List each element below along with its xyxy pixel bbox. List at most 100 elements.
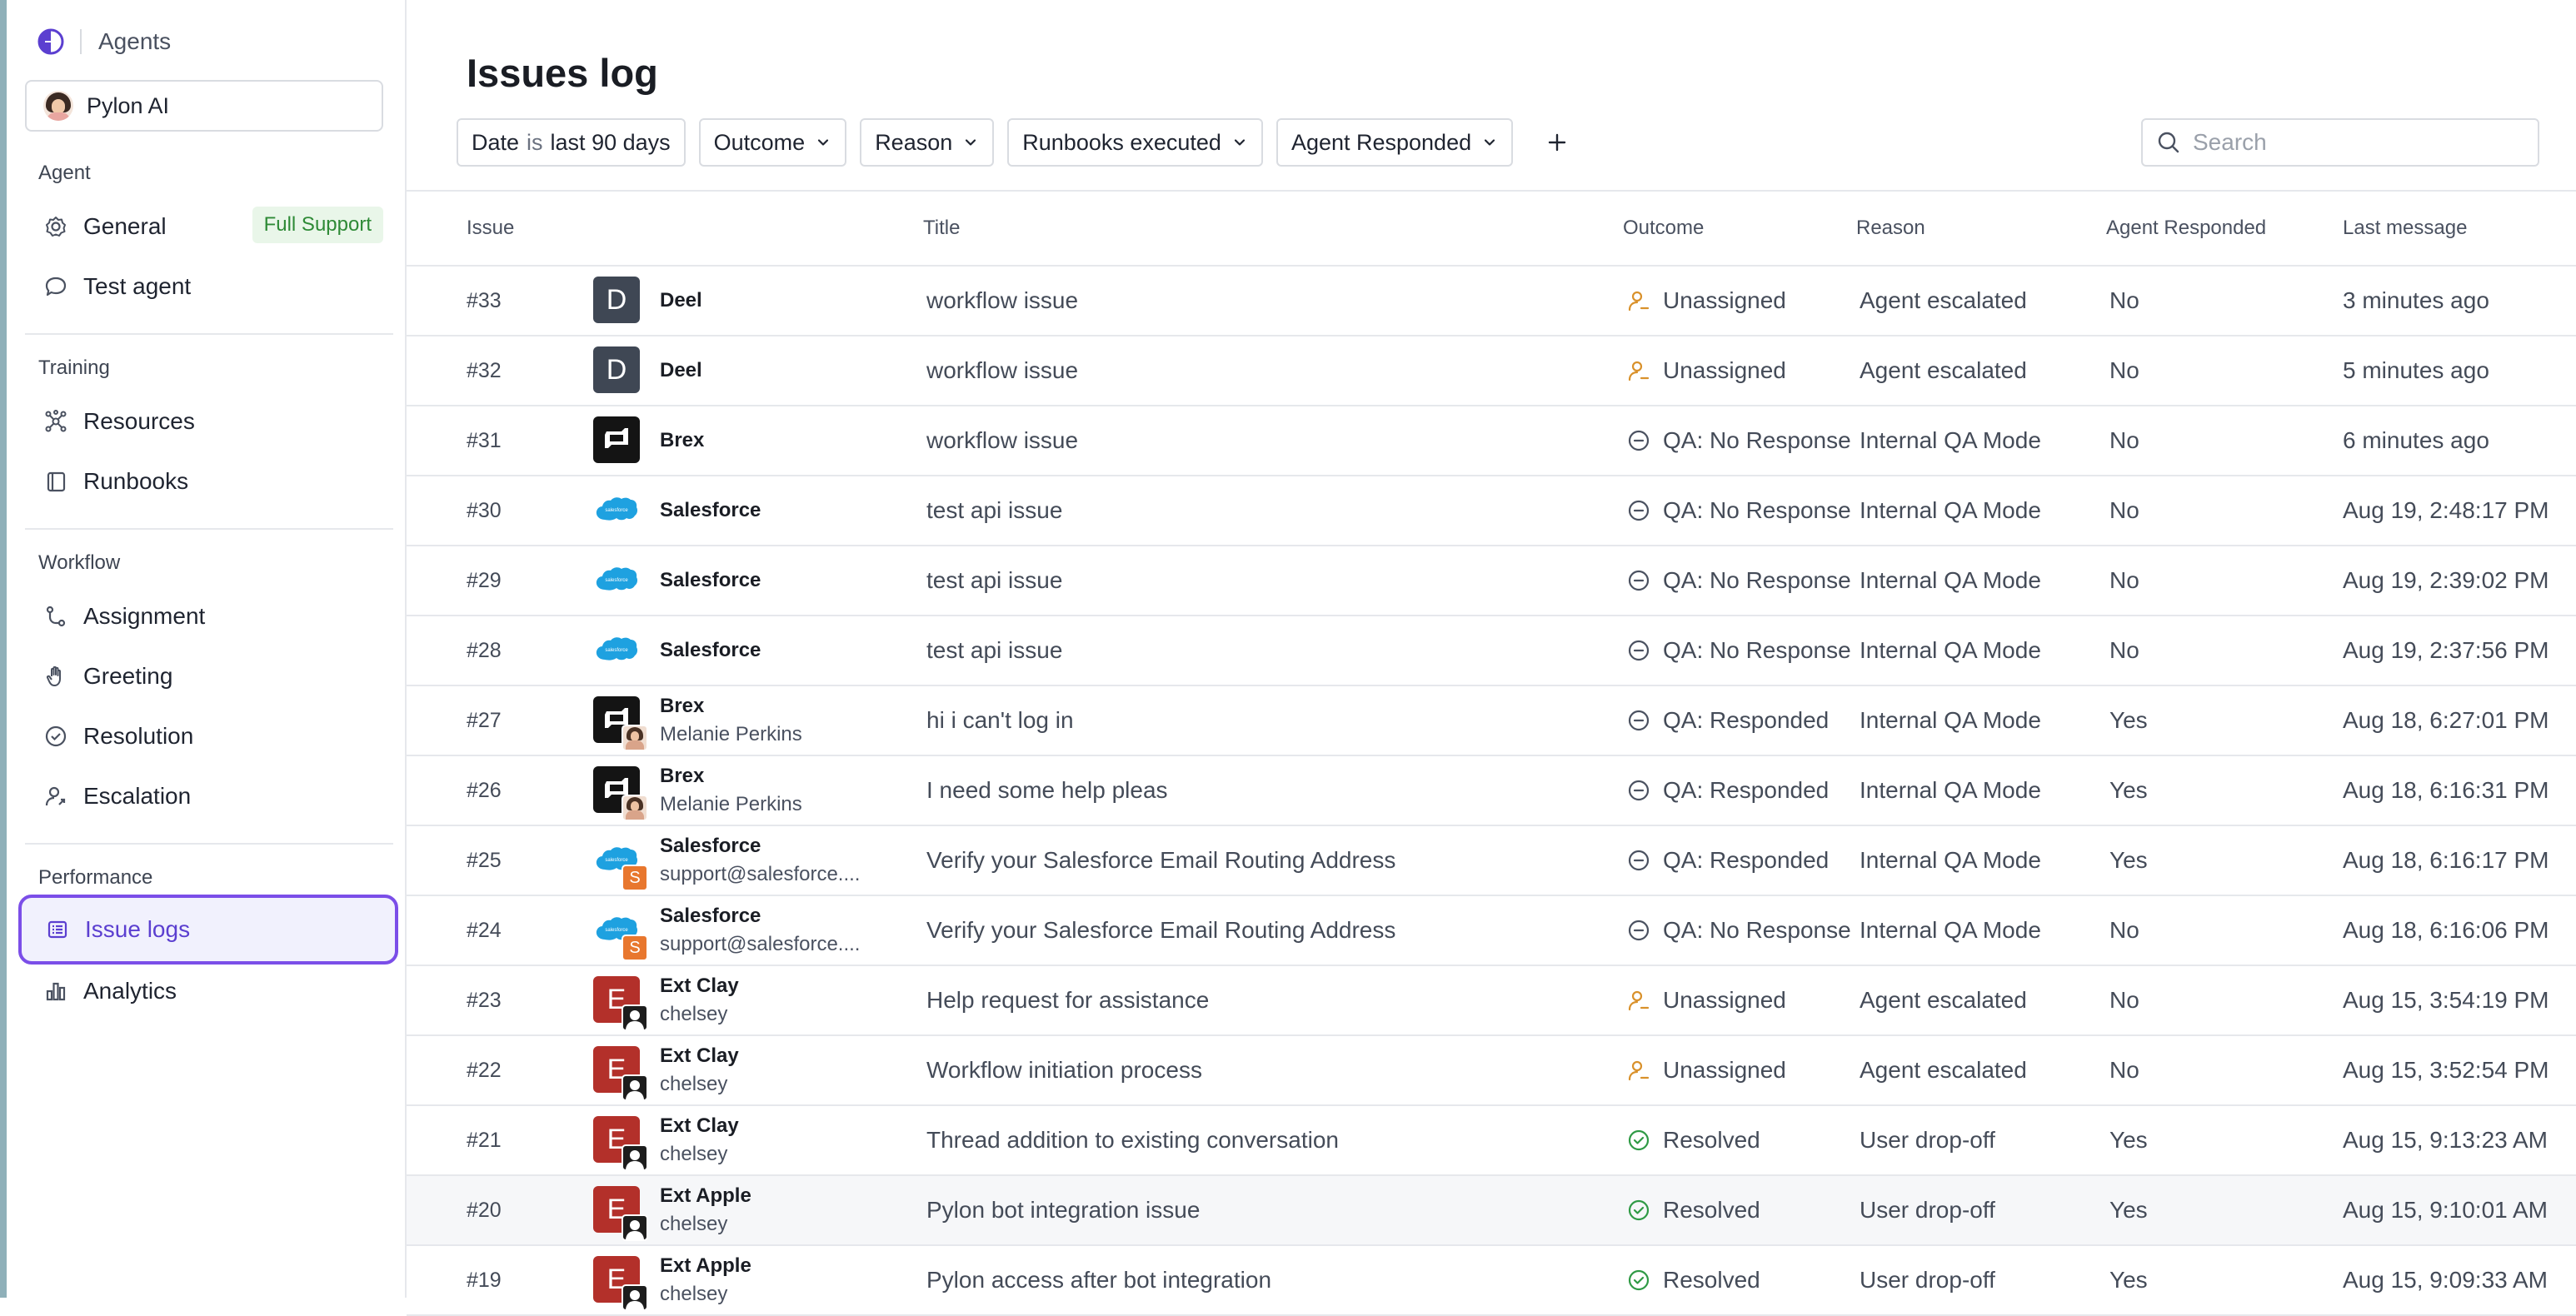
issue-title: workflow issue xyxy=(926,357,1079,383)
filter-runbooks-executed[interactable]: Runbooks executed xyxy=(1007,118,1263,167)
requester-name: chelsey xyxy=(660,1283,728,1305)
check-circle-icon xyxy=(1626,1128,1651,1153)
agent-responded: No xyxy=(2109,917,2139,943)
filter-reason[interactable]: Reason xyxy=(860,118,995,167)
filter-date[interactable]: Date is last 90 days xyxy=(457,118,686,167)
outcome-label: QA: Responded xyxy=(1663,707,1830,733)
outcome-label: Unassigned xyxy=(1663,987,1786,1013)
filter-agent-responded[interactable]: Agent Responded xyxy=(1276,118,1514,167)
sidebar-item-resolution[interactable]: Resolution xyxy=(25,711,383,761)
user-avatar xyxy=(622,1144,648,1171)
reason: Internal QA Mode xyxy=(1860,777,2041,803)
table-row[interactable]: #31 Brex workflow issue QA: No Response Inte… xyxy=(407,406,2576,476)
table-row[interactable]: #20 E Ext Apple chelsey Pylon bot integratio… xyxy=(407,1176,2576,1246)
table-row[interactable]: #26 Brex Melanie Perkins I need some help p… xyxy=(407,756,2576,826)
table-row[interactable]: #28 salesforce Salesforce test api issue QA:… xyxy=(407,616,2576,686)
sidebar-item-runbooks[interactable]: Runbooks xyxy=(25,456,383,506)
column-header-reason[interactable]: Reason xyxy=(1856,192,1925,265)
add-filter-button[interactable] xyxy=(1538,118,1576,167)
brex-logo-icon xyxy=(593,766,648,821)
column-header-issue[interactable]: Issue xyxy=(467,192,514,265)
org-logo-cell: D xyxy=(593,336,642,405)
search-box[interactable] xyxy=(2141,118,2539,167)
outcome: QA: No Response xyxy=(1626,546,1851,615)
page-title: Issues log xyxy=(467,51,658,95)
outcome-label: Resolved xyxy=(1663,1197,1760,1223)
org-logo-cell xyxy=(593,686,648,755)
table-row[interactable]: #30 salesforce Salesforce test api issue QA:… xyxy=(407,476,2576,546)
org-logo-letter: D xyxy=(606,353,627,386)
issue-title: Help request for assistance xyxy=(926,987,1210,1013)
sidebar-item-assignment[interactable]: Assignment xyxy=(25,591,383,641)
filter-date-operator: is xyxy=(527,129,543,155)
column-header-title[interactable]: Title xyxy=(923,192,960,265)
reason: Internal QA Mode xyxy=(1860,917,2041,943)
org-name: Ext Apple xyxy=(660,1254,751,1277)
outcome-label: Unassigned xyxy=(1663,357,1786,383)
filter-label: Agent Responded xyxy=(1290,129,1472,155)
salesforce-logo-icon: salesforce xyxy=(593,486,642,535)
sidebar-item-analytics[interactable]: Analytics xyxy=(25,966,383,1016)
issue-number: #20 xyxy=(467,1198,502,1222)
sidebar-item-escalation[interactable]: Escalation xyxy=(25,771,383,821)
sidebar-item-label: Assignment xyxy=(83,603,206,629)
outcome-label: QA: No Response xyxy=(1663,637,1851,663)
agent-avatar xyxy=(43,91,73,121)
outcome-label: QA: No Response xyxy=(1663,917,1851,943)
brand-separator xyxy=(80,29,82,54)
requester-name: chelsey xyxy=(660,1143,728,1165)
ext-logo-icon: E xyxy=(593,1256,648,1311)
outcome-label: QA: No Response xyxy=(1663,497,1851,523)
filter-date-value: last 90 days xyxy=(550,129,671,155)
last-message-time: Aug 15, 9:09:33 AM xyxy=(2343,1267,2548,1293)
agent-responded: Yes xyxy=(2109,1197,2148,1223)
table-row[interactable]: #23 E Ext Clay chelsey Help request for assi… xyxy=(407,966,2576,1036)
outcome-label: QA: No Response xyxy=(1663,567,1851,593)
unassigned-user-icon xyxy=(1626,988,1651,1013)
column-header-outcome[interactable]: Outcome xyxy=(1623,192,1704,265)
column-header-last-message[interactable]: Last message xyxy=(2343,192,2467,265)
salesforce-logo-icon: salesforce S xyxy=(593,836,648,891)
sidebar-item-resources[interactable]: Resources xyxy=(25,396,383,446)
search-input[interactable] xyxy=(2191,128,2511,157)
filter-outcome[interactable]: Outcome xyxy=(698,118,847,167)
salesforce-logo-icon: salesforce xyxy=(593,626,642,675)
filter-label: Outcome xyxy=(713,129,806,155)
filter-bar: Date is last 90 days Outcome Reason Runb… xyxy=(457,118,1576,167)
column-header-agent-responded[interactable]: Agent Responded xyxy=(2106,192,2266,265)
table-row[interactable]: #33 D Deel workflow issue Unassigned Agent es… xyxy=(407,267,2576,336)
outcome-label: Resolved xyxy=(1663,1127,1760,1153)
outcome: Resolved xyxy=(1626,1246,1760,1314)
book-icon xyxy=(43,469,68,494)
last-message-time: Aug 15, 9:13:23 AM xyxy=(2343,1127,2548,1153)
sidebar-item-test-agent[interactable]: Test agent xyxy=(25,262,383,312)
requester-name: Melanie Perkins xyxy=(660,723,802,745)
table-row[interactable]: #21 E Ext Clay chelsey Thread addition to ex… xyxy=(407,1106,2576,1176)
table-row[interactable]: #24 salesforce S Salesforce support@salesfor… xyxy=(407,896,2576,966)
agent-selector[interactable]: Pylon AI xyxy=(25,80,383,132)
outcome: Resolved xyxy=(1626,1176,1760,1244)
table-row[interactable]: #19 E Ext Apple chelsey Pylon access after b… xyxy=(407,1246,2576,1316)
reason: Internal QA Mode xyxy=(1860,847,2041,873)
pylon-logo-icon xyxy=(37,28,64,55)
sidebar-item-label: Runbooks xyxy=(83,468,189,494)
table-row[interactable]: #25 salesforce S Salesforce support@salesfor… xyxy=(407,826,2576,896)
issue-number: #32 xyxy=(467,358,502,382)
table-row[interactable]: #29 salesforce Salesforce test api issue QA:… xyxy=(407,546,2576,616)
table-row[interactable]: #32 D Deel workflow issue Unassigned Agent es… xyxy=(407,336,2576,406)
requester: Deel xyxy=(660,336,702,405)
sidebar-item-general[interactable]: General Full Support xyxy=(25,202,383,252)
brand-name: Agents xyxy=(98,28,172,54)
table-row[interactable]: #22 E Ext Clay chelsey Workflow initiation p… xyxy=(407,1036,2576,1106)
minus-circle-icon xyxy=(1626,638,1651,663)
user-avatar xyxy=(622,1074,648,1101)
issues-table: Issue Title Outcome Reason Agent Respond… xyxy=(407,190,2576,1316)
table-row[interactable]: #27 Brex Melanie Perkins hi i can't log in Q… xyxy=(407,686,2576,756)
sidebar-item-greeting[interactable]: Greeting xyxy=(25,651,383,701)
outcome-label: Unassigned xyxy=(1663,1057,1786,1083)
svg-text:salesforce: salesforce xyxy=(605,578,628,583)
outcome: QA: No Response xyxy=(1626,406,1851,475)
reason: Agent escalated xyxy=(1860,987,2027,1013)
last-message-time: 3 minutes ago xyxy=(2343,287,2489,313)
sidebar-item-issue-logs[interactable]: Issue logs xyxy=(18,895,398,965)
